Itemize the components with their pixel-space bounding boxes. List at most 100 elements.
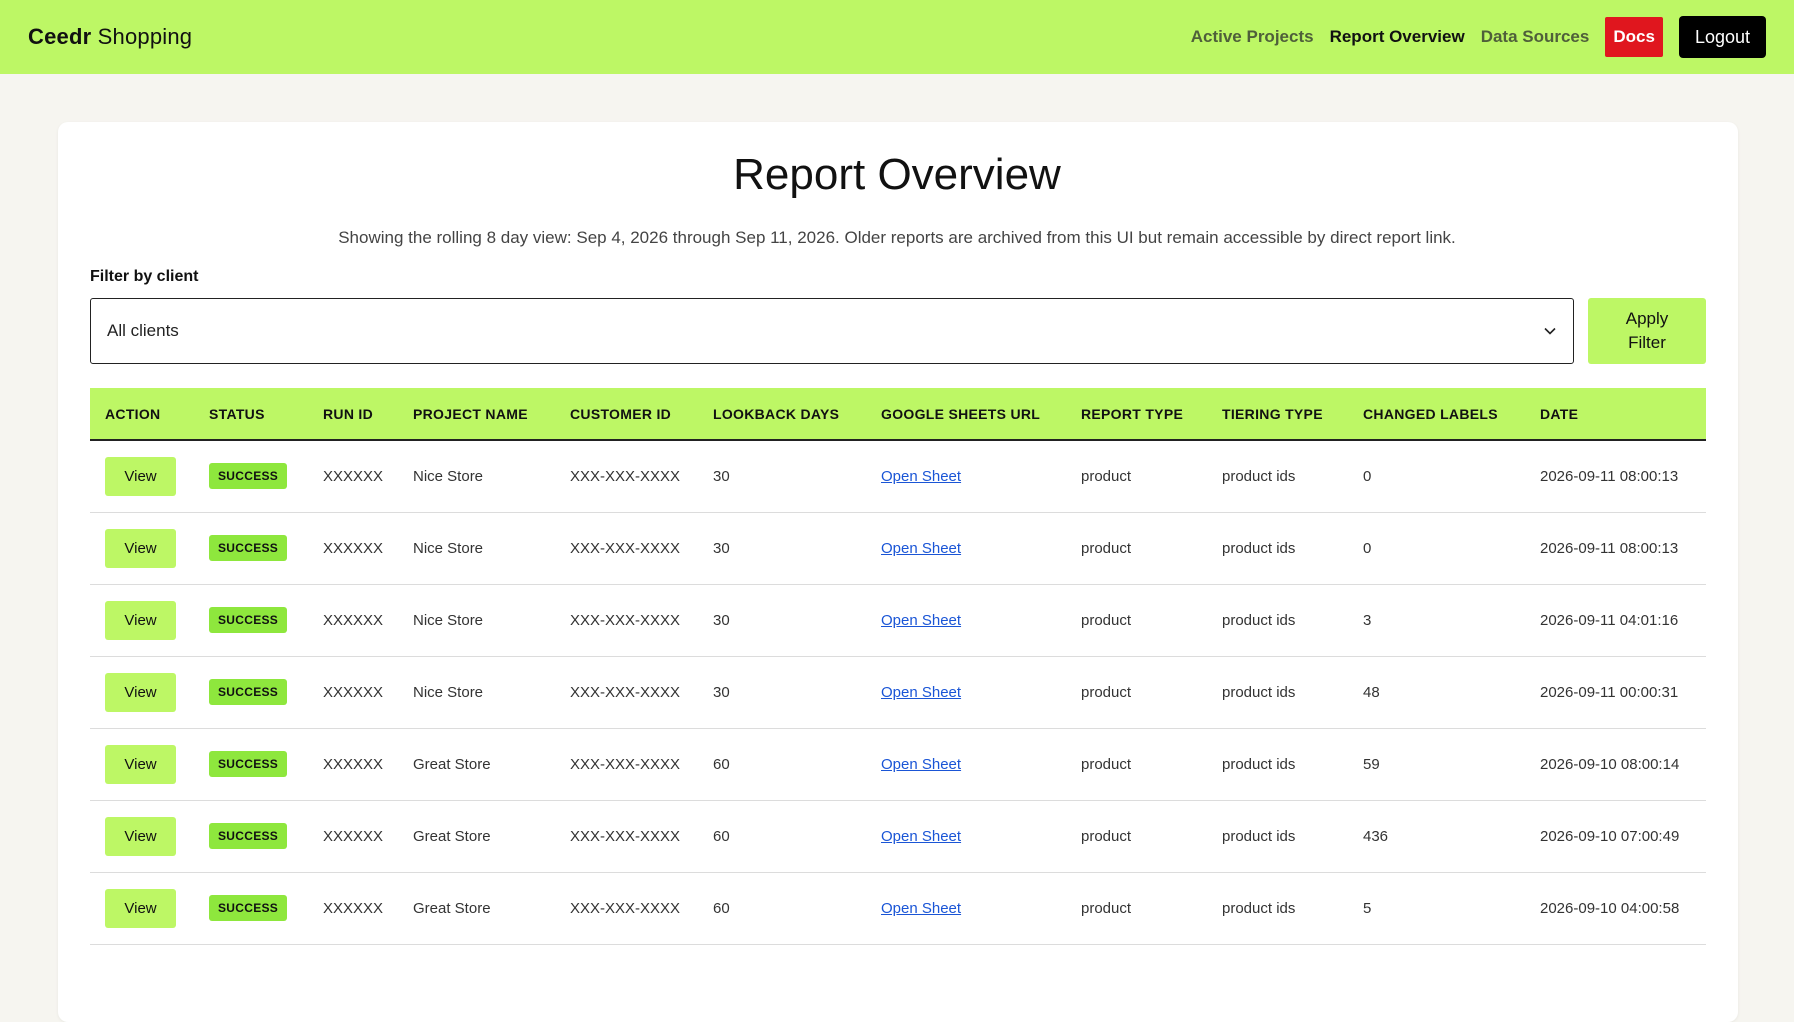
table-row: View SUCCESS XXXXXX Nice Store XXX-XXX-XXXX 3… xyxy=(90,440,1706,512)
cell-tiering-type: product ids xyxy=(1222,539,1296,557)
cell-action: View xyxy=(90,656,194,728)
cell-sheet-url: Open Sheet xyxy=(866,440,1066,512)
table-row: View SUCCESS XXXXXX Nice Store XXX-XXX-XXXX 3… xyxy=(90,656,1706,728)
view-report-button[interactable]: View xyxy=(105,816,176,856)
cell-tiering-type: product ids xyxy=(1222,755,1296,773)
open-sheet-link[interactable]: Open Sheet xyxy=(881,684,961,701)
cell-tiering-type: product ids xyxy=(1222,611,1296,629)
open-sheet-link[interactable]: Open Sheet xyxy=(881,468,961,485)
open-sheet-link[interactable]: Open Sheet xyxy=(881,540,961,557)
cell-status: SUCCESS xyxy=(194,656,308,728)
cell-project-name: Nice Store xyxy=(413,611,484,629)
cell-lookback-days: 30 xyxy=(713,539,730,557)
cell-report-type: product xyxy=(1081,683,1132,701)
table-header-row: ACTION STATUS RUN ID PROJECT NAME CUSTOM… xyxy=(90,388,1706,441)
header-customer-id: CUSTOMER ID xyxy=(555,388,698,441)
filter-label: Filter by client xyxy=(90,268,199,285)
nav-report-overview[interactable]: Report Overview xyxy=(1330,27,1465,47)
view-report-button[interactable]: View xyxy=(105,744,176,784)
cell-run-id: XXXXXX xyxy=(323,755,384,773)
cell-changed-labels: 59 xyxy=(1363,755,1380,773)
cell-action: View xyxy=(90,440,194,512)
header-run-id: RUN ID xyxy=(308,388,398,441)
table-row: View SUCCESS XXXXXX Great Store XXX-XXX-XXXX… xyxy=(90,800,1706,872)
status-badge: SUCCESS xyxy=(209,679,288,705)
apply-filter-button[interactable]: Apply Filter xyxy=(1588,298,1706,364)
header-report-type: REPORT TYPE xyxy=(1066,388,1207,441)
status-badge: SUCCESS xyxy=(209,823,288,849)
cell-lookback-days: 30 xyxy=(713,683,730,701)
reports-table: ACTION STATUS RUN ID PROJECT NAME CUSTOM… xyxy=(90,388,1706,945)
header-tiering-type: TIERING TYPE xyxy=(1207,388,1348,441)
cell-tiering-type: product ids xyxy=(1222,827,1296,845)
cell-status: SUCCESS xyxy=(194,728,308,800)
status-badge: SUCCESS xyxy=(209,751,288,777)
view-report-button[interactable]: View xyxy=(105,456,176,496)
cell-date: 2026-09-10 04:00:58 xyxy=(1540,899,1680,917)
open-sheet-link[interactable]: Open Sheet xyxy=(881,756,961,773)
cell-lookback-days: 60 xyxy=(713,755,730,773)
nav-active-projects[interactable]: Active Projects xyxy=(1191,27,1314,47)
nav-data-sources[interactable]: Data Sources xyxy=(1481,27,1590,47)
open-sheet-link[interactable]: Open Sheet xyxy=(881,828,961,845)
cell-action: View xyxy=(90,512,194,584)
status-badge: SUCCESS xyxy=(209,895,288,921)
cell-run-id: XXXXXX xyxy=(323,467,384,485)
cell-report-type: product xyxy=(1081,539,1132,557)
cell-report-type: product xyxy=(1081,755,1132,773)
header-date: DATE xyxy=(1525,388,1706,441)
status-badge: SUCCESS xyxy=(209,607,288,633)
cell-customer-id: XXX-XXX-XXXX xyxy=(570,899,681,917)
cell-tiering-type: product ids xyxy=(1222,683,1296,701)
cell-lookback-days: 30 xyxy=(713,467,730,485)
cell-date: 2026-09-11 08:00:13 xyxy=(1540,539,1679,557)
page-title: Report Overview xyxy=(733,150,1061,199)
apply-filter-label: Apply Filter xyxy=(1625,309,1669,352)
cell-sheet-url: Open Sheet xyxy=(866,656,1066,728)
cell-customer-id: XXX-XXX-XXXX xyxy=(570,683,681,701)
cell-customer-id: XXX-XXX-XXXX xyxy=(570,827,681,845)
cell-changed-labels: 48 xyxy=(1363,683,1380,701)
cell-changed-labels: 0 xyxy=(1363,539,1372,557)
chevron-down-icon xyxy=(1543,324,1557,338)
cell-sheet-url: Open Sheet xyxy=(866,584,1066,656)
cell-action: View xyxy=(90,872,194,944)
status-badge: SUCCESS xyxy=(209,463,288,490)
cell-tiering-type: product ids xyxy=(1222,899,1296,917)
view-report-button[interactable]: View xyxy=(105,672,176,712)
page-subtitle: Showing the rolling 8 day view: Sep 4, 2… xyxy=(338,228,1456,247)
cell-sheet-url: Open Sheet xyxy=(866,728,1066,800)
cell-project-name: Nice Store xyxy=(413,539,484,557)
cell-status: SUCCESS xyxy=(194,872,308,944)
header-changed-labels: CHANGED LABELS xyxy=(1348,388,1525,441)
table-row: View SUCCESS XXXXXX Great Store XXX-XXX-XXXX… xyxy=(90,872,1706,944)
view-report-button[interactable]: View xyxy=(105,528,176,568)
open-sheet-link[interactable]: Open Sheet xyxy=(881,900,961,917)
cell-status: SUCCESS xyxy=(194,584,308,656)
brand-name-strong: Ceedr xyxy=(28,24,92,49)
cell-tiering-type: product ids xyxy=(1222,467,1296,485)
client-filter-select[interactable]: All clients xyxy=(90,298,1574,364)
cell-report-type: product xyxy=(1081,827,1132,845)
view-report-button[interactable]: View xyxy=(105,888,176,928)
cell-date: 2026-09-11 08:00:13 xyxy=(1540,467,1679,485)
cell-changed-labels: 3 xyxy=(1363,611,1372,629)
cell-lookback-days: 60 xyxy=(713,899,730,917)
cell-sheet-url: Open Sheet xyxy=(866,512,1066,584)
cell-changed-labels: 436 xyxy=(1363,827,1389,845)
cell-run-id: XXXXXX xyxy=(323,683,384,701)
header-google-sheets-url: GOOGLE SHEETS URL xyxy=(866,388,1066,441)
docs-button[interactable]: Docs xyxy=(1605,17,1663,57)
main-nav: Active Projects Report Overview Data Sou… xyxy=(1175,16,1766,58)
cell-project-name: Nice Store xyxy=(413,467,484,485)
brand-logo[interactable]: Ceedr Shopping xyxy=(28,24,192,50)
cell-status: SUCCESS xyxy=(194,512,308,584)
view-report-button[interactable]: View xyxy=(105,600,176,640)
cell-customer-id: XXX-XXX-XXXX xyxy=(570,539,681,557)
cell-action: View xyxy=(90,800,194,872)
cell-customer-id: XXX-XXX-XXXX xyxy=(570,755,681,773)
open-sheet-link[interactable]: Open Sheet xyxy=(881,612,961,629)
cell-date: 2026-09-10 08:00:14 xyxy=(1540,755,1680,773)
logout-button[interactable]: Logout xyxy=(1678,16,1766,58)
cell-run-id: XXXXXX xyxy=(323,899,384,917)
